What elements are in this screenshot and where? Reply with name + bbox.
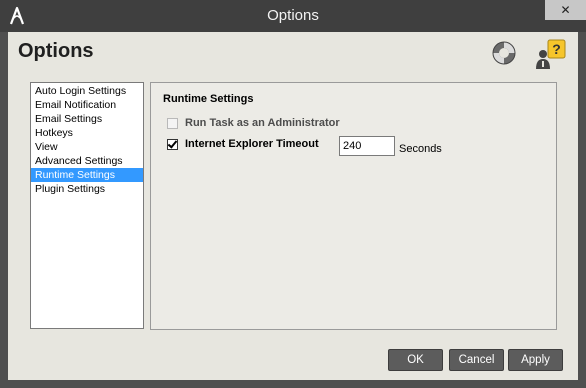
- nav-item-hotkeys[interactable]: Hotkeys: [31, 126, 143, 140]
- nav-item-email-notification[interactable]: Email Notification: [31, 98, 143, 112]
- ie-timeout-input[interactable]: [339, 136, 395, 156]
- nav-item-runtime-settings[interactable]: Runtime Settings: [31, 168, 143, 182]
- ie-timeout-checkbox[interactable]: [167, 138, 178, 150]
- ok-button[interactable]: OK: [388, 349, 443, 371]
- nav-item-email-settings[interactable]: Email Settings: [31, 112, 143, 126]
- window-title: Options: [267, 7, 319, 24]
- title-bar[interactable]: Options ✕: [0, 0, 586, 32]
- nav-item-advanced-settings[interactable]: Advanced Settings: [31, 154, 143, 168]
- nav-item-view[interactable]: View: [31, 140, 143, 154]
- run-as-admin-label: Run Task as an Administrator: [185, 117, 340, 129]
- client-area: Options ? Auto Login Settings Email Noti…: [8, 32, 578, 380]
- options-header: Options ?: [8, 32, 578, 74]
- nav-item-plugin-settings[interactable]: Plugin Settings: [31, 182, 143, 196]
- run-as-admin-option: Run Task as an Administrator: [167, 117, 340, 129]
- close-button[interactable]: ✕: [545, 0, 586, 20]
- help-person-icon[interactable]: ?: [534, 39, 566, 69]
- timeout-unit-label: Seconds: [399, 143, 442, 155]
- ie-timeout-label: Internet Explorer Timeout: [185, 138, 319, 150]
- svg-text:?: ?: [552, 41, 561, 57]
- settings-category-list[interactable]: Auto Login Settings Email Notification E…: [30, 82, 144, 329]
- runtime-settings-panel: Runtime Settings Run Task as an Administ…: [150, 82, 557, 330]
- section-title: Runtime Settings: [163, 93, 254, 105]
- apply-button[interactable]: Apply: [508, 349, 563, 371]
- cancel-button[interactable]: Cancel: [449, 349, 504, 371]
- ie-timeout-option: Internet Explorer Timeout: [167, 138, 319, 150]
- page-title: Options: [18, 40, 94, 62]
- options-window: Options ✕ Options ? Auto Login Settings …: [0, 0, 586, 388]
- lifebuoy-icon[interactable]: [491, 40, 517, 66]
- nav-item-auto-login-settings[interactable]: Auto Login Settings: [31, 84, 143, 98]
- close-icon: ✕: [560, 3, 571, 17]
- run-as-admin-checkbox[interactable]: [167, 117, 178, 129]
